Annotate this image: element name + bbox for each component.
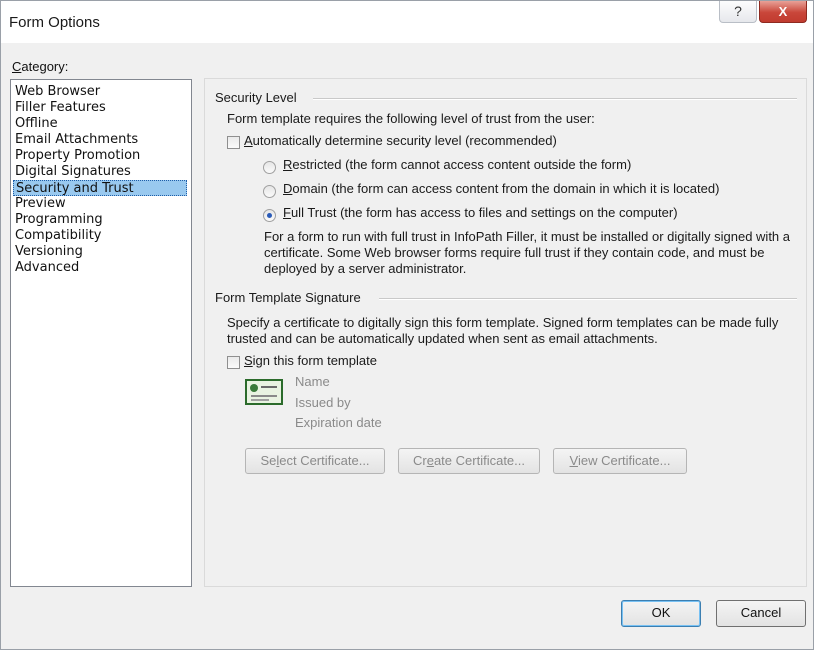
form-options-dialog: Form Options ? X Category: Web Browser F… [0, 0, 814, 650]
category-item-preview[interactable]: Preview [13, 196, 187, 212]
category-label: Category: [12, 59, 69, 74]
domain-label[interactable]: Domain (the form can access content from… [283, 181, 719, 196]
security-level-divider [313, 98, 797, 100]
category-item-property-promotion[interactable]: Property Promotion [13, 148, 187, 164]
category-item-email-attachments[interactable]: Email Attachments [13, 132, 187, 148]
ok-button[interactable]: OK [621, 600, 701, 627]
category-item-digital-signatures[interactable]: Digital Signatures [13, 164, 187, 180]
dialog-title: Form Options [9, 14, 100, 31]
certificate-expiration: Expiration date [295, 415, 382, 430]
create-certificate-button[interactable]: Create Certificate... [398, 448, 540, 474]
auto-security-label[interactable]: Automatically determine security level (… [244, 133, 557, 148]
auto-security-checkbox[interactable] [227, 136, 240, 149]
category-list[interactable]: Web Browser Filler Features Offline Emai… [10, 79, 192, 587]
restricted-radio[interactable] [263, 161, 276, 174]
category-item-web-browser[interactable]: Web Browser [13, 84, 187, 100]
category-item-offline[interactable]: Offline [13, 116, 187, 132]
sign-template-label[interactable]: Sign this form template [244, 353, 377, 368]
view-certificate-button[interactable]: View Certificate... [553, 448, 687, 474]
signature-description: Specify a certificate to digitally sign … [227, 315, 779, 346]
certificate-name: Name [295, 374, 330, 389]
security-level-heading: Security Level [215, 90, 297, 105]
help-button[interactable]: ? [719, 1, 757, 23]
certificate-icon [245, 379, 283, 405]
signature-divider [379, 298, 797, 300]
category-item-versioning[interactable]: Versioning [13, 244, 187, 260]
certificate-issued-by: Issued by [295, 395, 351, 410]
category-item-programming[interactable]: Programming [13, 212, 187, 228]
restricted-label[interactable]: Restricted (the form cannot access conte… [283, 157, 631, 172]
category-item-filler-features[interactable]: Filler Features [13, 100, 187, 116]
title-bar[interactable]: Form Options ? X [1, 1, 813, 43]
domain-radio[interactable] [263, 185, 276, 198]
full-trust-label[interactable]: Full Trust (the form has access to files… [283, 205, 678, 220]
signature-heading: Form Template Signature [215, 290, 361, 305]
full-trust-radio[interactable] [263, 209, 276, 222]
security-intro-text: Form template requires the following lev… [227, 111, 595, 126]
close-icon: X [778, 4, 788, 19]
category-item-advanced[interactable]: Advanced [13, 260, 187, 276]
sign-template-checkbox[interactable] [227, 356, 240, 369]
category-item-security-and-trust[interactable]: Security and Trust [13, 180, 187, 196]
close-button[interactable]: X [759, 1, 807, 23]
help-icon: ? [734, 3, 742, 19]
full-trust-note: For a form to run with full trust in Inf… [264, 229, 791, 276]
select-certificate-button[interactable]: Select Certificate... [245, 448, 385, 474]
cancel-button[interactable]: Cancel [716, 600, 806, 627]
category-item-compatibility[interactable]: Compatibility [13, 228, 187, 244]
